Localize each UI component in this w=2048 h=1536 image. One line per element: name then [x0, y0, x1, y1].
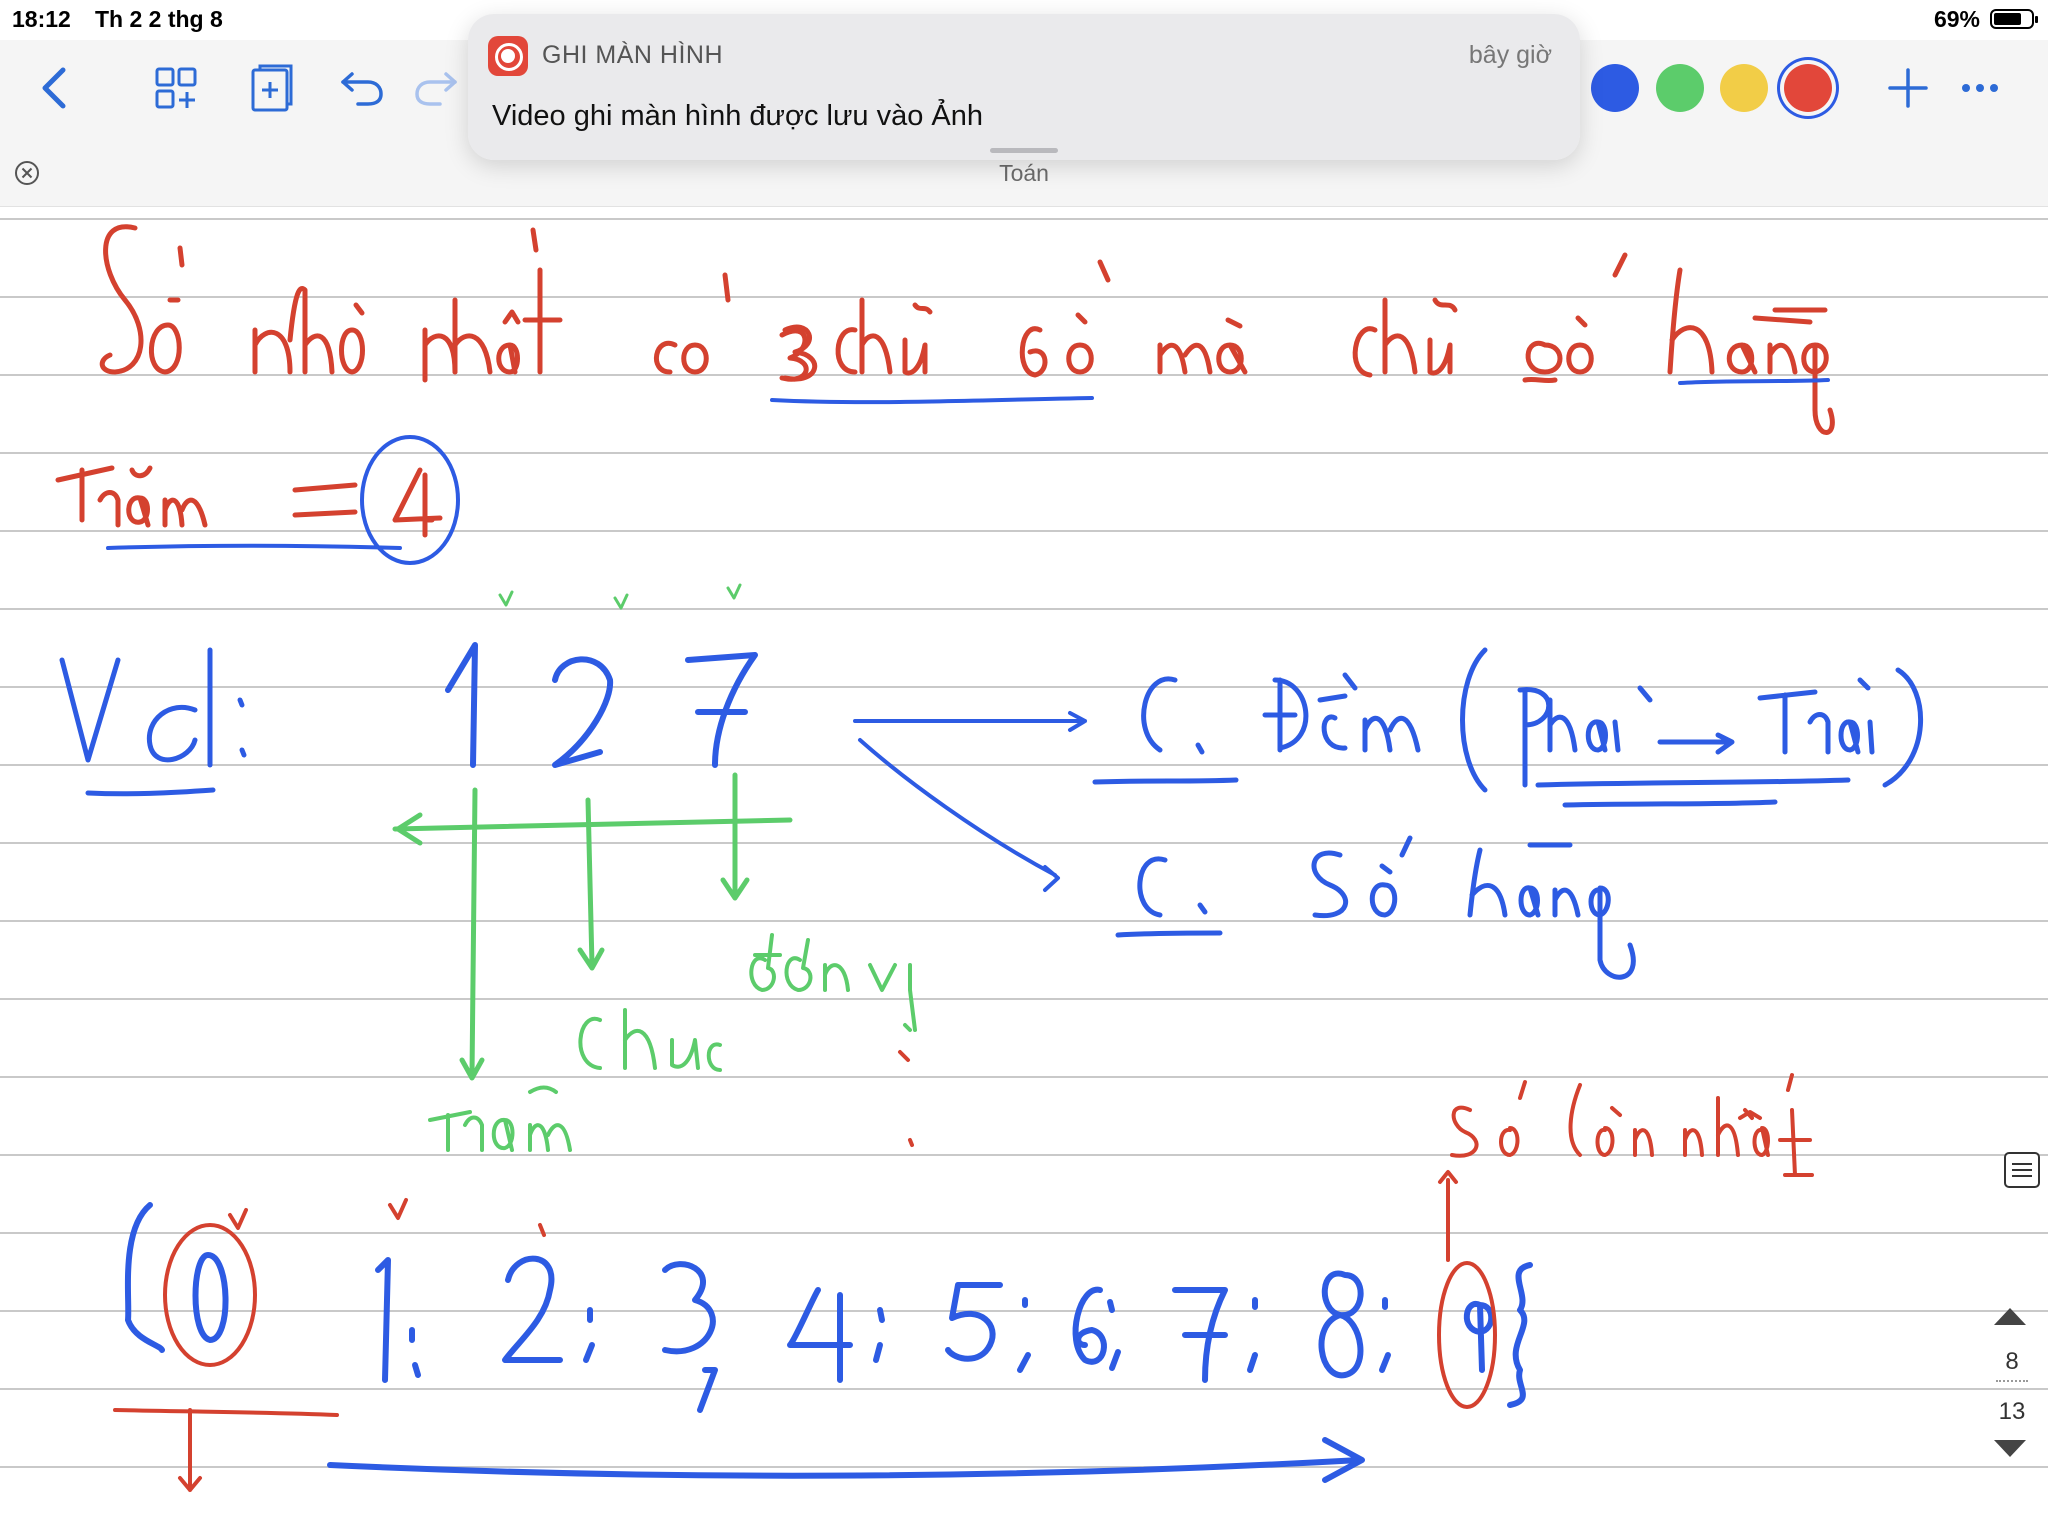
notification-banner[interactable]: GHI MÀN HÌNH bây giờ Video ghi màn hình … [468, 14, 1580, 160]
page-menu-icon[interactable] [2004, 1152, 2040, 1188]
page-up-icon[interactable] [1994, 1308, 2026, 1325]
handwriting-line1 [55, 224, 1835, 538]
document-title: Toán [999, 160, 1049, 186]
page-navigator: 8 13 [1988, 1300, 2036, 1460]
place-hundreds-label [428, 1085, 572, 1152]
color-swatch-green[interactable] [1656, 64, 1704, 112]
notification-grabber [990, 148, 1058, 153]
status-time: 18:12 [12, 6, 71, 32]
total-pages: 13 [1998, 1398, 2026, 1425]
chevron-left-icon[interactable] [27, 60, 83, 116]
undo-icon[interactable] [334, 60, 390, 116]
page-down-icon[interactable] [1994, 1440, 2026, 1457]
place-value-diagram [392, 772, 793, 1081]
battery-percent: 69% [1933, 6, 1980, 32]
current-page: 8 [2005, 1348, 2019, 1375]
color-swatch-yellow[interactable] [1720, 64, 1768, 112]
add-page-icon[interactable] [244, 60, 300, 116]
method2-label [1115, 835, 1636, 980]
place-units-label [749, 933, 917, 1032]
more-icon[interactable] [1952, 60, 2008, 116]
pager-divider [1996, 1380, 2028, 1382]
redo-icon[interactable] [408, 60, 464, 116]
color-swatch-blue[interactable] [1591, 64, 1639, 112]
grid-add-icon[interactable] [148, 60, 204, 116]
handwriting-canvas [55, 224, 1924, 1492]
place-tens-label [578, 1008, 722, 1072]
battery-icon [1990, 9, 2038, 29]
notification-time: bây giờ [1468, 41, 1552, 69]
color-swatch-red[interactable] [1784, 64, 1832, 112]
plus-icon[interactable] [1880, 60, 1936, 116]
method1-label [1092, 647, 1924, 808]
notebook-page[interactable] [0, 207, 2048, 1536]
handwriting-example-number [445, 642, 758, 768]
largest-digit-label [1438, 1073, 1814, 1262]
status-date: Th 2 2 thg 8 [95, 6, 223, 32]
handwriting-example-label [59, 647, 247, 797]
notification-app-name: GHI MÀN HÌNH [542, 41, 723, 69]
digit-set [124, 1202, 1533, 1483]
screen-record-icon [488, 36, 528, 76]
notification-message: Video ghi màn hình được lưu vào Ảnh [492, 100, 984, 132]
